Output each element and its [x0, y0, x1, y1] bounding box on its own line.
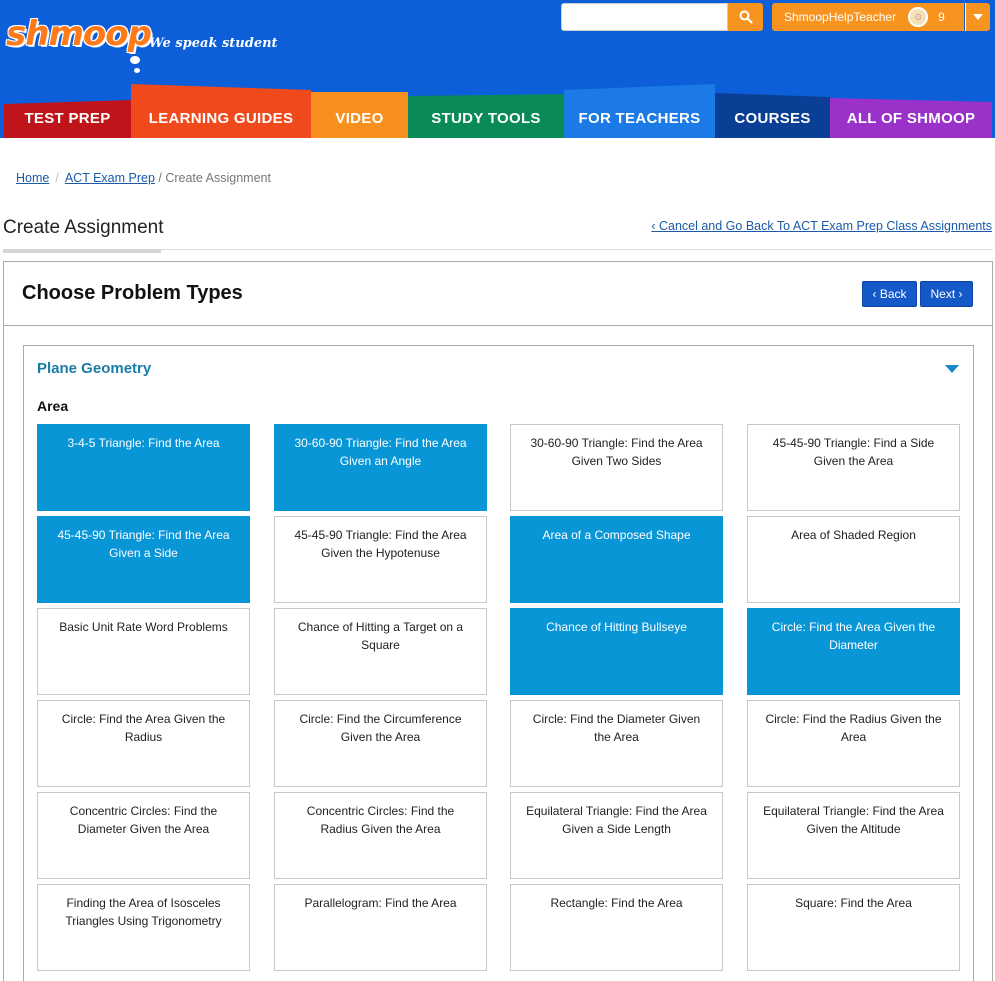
problem-type-card[interactable]: Equilateral Triangle: Find the Area Give…: [747, 792, 960, 879]
cancel-link[interactable]: ‹ Cancel and Go Back To ACT Exam Prep Cl…: [651, 219, 992, 233]
problem-type-card[interactable]: Chance of Hitting a Target on a Square: [274, 608, 487, 695]
title-divider-accent: [3, 249, 161, 253]
subsection-title: Area: [37, 398, 69, 414]
problem-type-card[interactable]: Circle: Find the Radius Given the Area: [747, 700, 960, 787]
problem-type-card[interactable]: Parallelogram: Find the Area: [274, 884, 487, 971]
breadcrumb-act-exam-prep[interactable]: ACT Exam Prep: [65, 171, 155, 185]
problem-type-card[interactable]: Equilateral Triangle: Find the Area Give…: [510, 792, 723, 879]
problem-type-card[interactable]: Circle: Find the Circumference Given the…: [274, 700, 487, 787]
problem-type-card[interactable]: 3-4-5 Triangle: Find the Area: [37, 424, 250, 511]
plane-geometry-section: Plane Geometry Area 3-4-5 Triangle: Find…: [23, 345, 974, 981]
problem-type-card[interactable]: Finding the Area of Isosceles Triangles …: [37, 884, 250, 971]
section-title[interactable]: Plane Geometry: [37, 360, 151, 377]
cancel-link-label: Cancel and Go Back To ACT Exam Prep Clas…: [658, 219, 992, 233]
problem-type-card[interactable]: Area of a Composed Shape: [510, 516, 723, 603]
back-button[interactable]: ‹ Back: [862, 281, 917, 307]
chevron-left-icon: ‹: [651, 219, 656, 233]
problem-type-card[interactable]: Concentric Circles: Find the Diameter Gi…: [37, 792, 250, 879]
problem-type-card[interactable]: Circle: Find the Area Given the Diameter: [747, 608, 960, 695]
panel-title: Choose Problem Types: [22, 282, 243, 304]
breadcrumb-home[interactable]: Home: [16, 171, 49, 185]
problem-type-card[interactable]: Circle: Find the Area Given the Radius: [37, 700, 250, 787]
breadcrumb: Home / ACT Exam Prep / Create Assignment: [16, 171, 271, 185]
problem-type-card[interactable]: Chance of Hitting Bullseye: [510, 608, 723, 695]
problem-types-panel: Choose Problem Types ‹ Back Next › Plane…: [3, 261, 993, 981]
problem-type-card[interactable]: 30-60-90 Triangle: Find the Area Given T…: [510, 424, 723, 511]
problem-type-card[interactable]: Square: Find the Area: [747, 884, 960, 971]
site-header: shmoop We speak student ShmoopHelpTeache…: [0, 0, 995, 138]
tab-study-tools[interactable]: STUDY TOOLS: [408, 94, 564, 138]
problem-type-card[interactable]: Concentric Circles: Find the Radius Give…: [274, 792, 487, 879]
breadcrumb-separator: /: [55, 171, 59, 185]
panel-header: Choose Problem Types ‹ Back Next ›: [4, 262, 992, 326]
caret-down-icon[interactable]: [945, 365, 959, 373]
problem-type-card[interactable]: 45-45-90 Triangle: Find the Area Given a…: [37, 516, 250, 603]
problem-type-card[interactable]: Circle: Find the Diameter Given the Area: [510, 700, 723, 787]
problem-type-card[interactable]: Rectangle: Find the Area: [510, 884, 723, 971]
breadcrumb-current: / Create Assignment: [158, 171, 271, 185]
next-button[interactable]: Next ›: [920, 281, 973, 307]
tab-all-of-shmoop[interactable]: ALL OF SHMOOP: [830, 98, 992, 138]
problem-type-card[interactable]: 30-60-90 Triangle: Find the Area Given a…: [274, 424, 487, 511]
page-title: Create Assignment: [3, 217, 164, 238]
tab-for-teachers[interactable]: FOR TEACHERS: [564, 84, 715, 138]
problem-type-card[interactable]: 45-45-90 Triangle: Find the Area Given t…: [274, 516, 487, 603]
problem-type-card[interactable]: 45-45-90 Triangle: Find a Side Given the…: [747, 424, 960, 511]
tab-courses[interactable]: COURSES: [715, 93, 830, 138]
tab-test-prep[interactable]: TEST PREP: [4, 100, 131, 138]
problem-type-card[interactable]: Basic Unit Rate Word Problems: [37, 608, 250, 695]
problem-type-card[interactable]: Area of Shaded Region: [747, 516, 960, 603]
tab-learning-guides[interactable]: LEARNING GUIDES: [131, 84, 311, 138]
main-nav: TEST PREP LEARNING GUIDES VIDEO STUDY TO…: [0, 0, 995, 138]
tab-video[interactable]: VIDEO: [311, 92, 408, 138]
